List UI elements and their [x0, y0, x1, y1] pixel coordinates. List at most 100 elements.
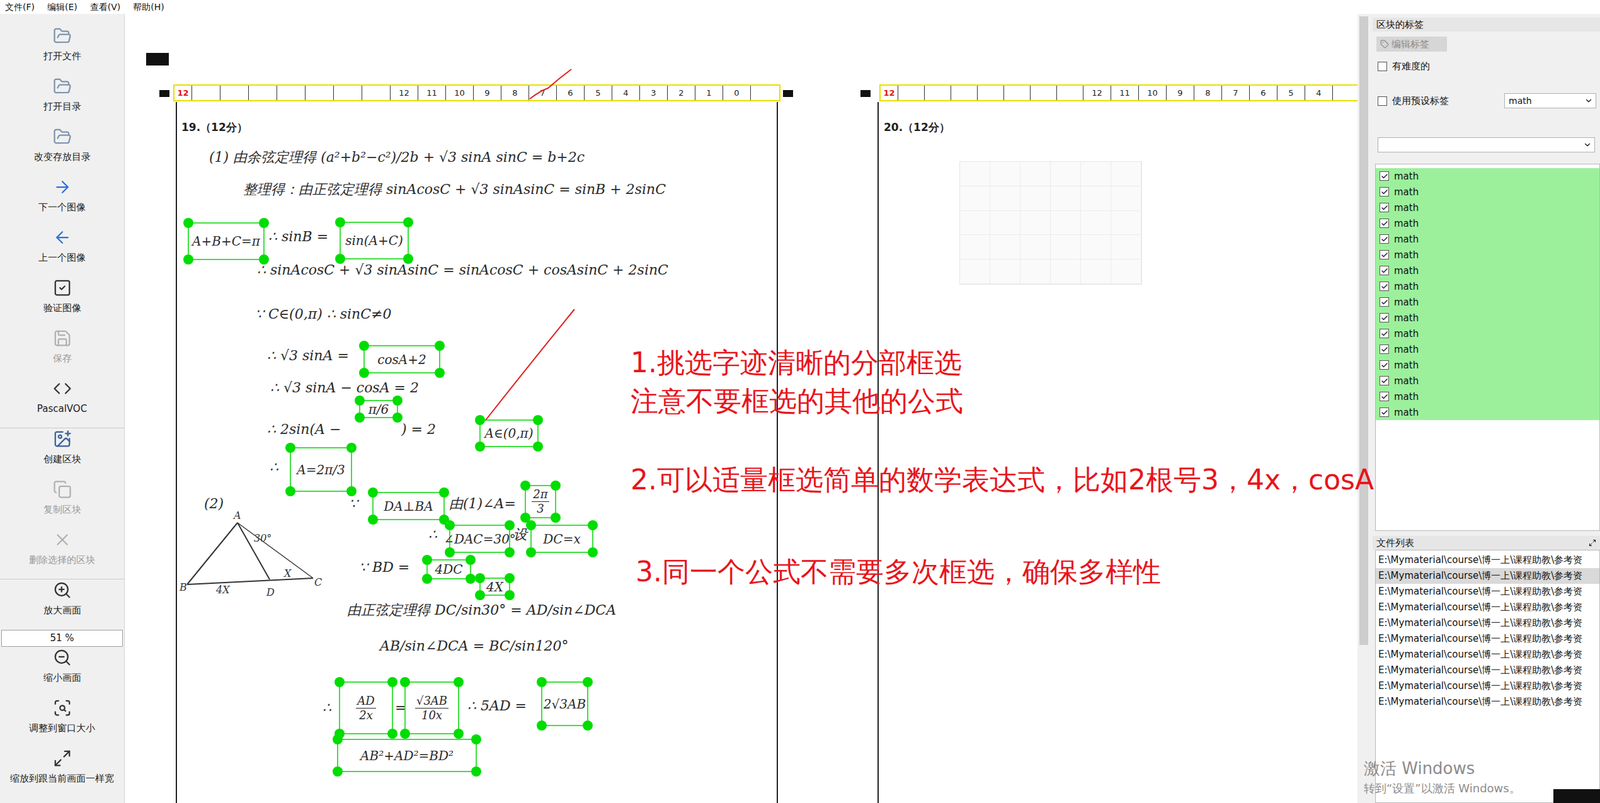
corner-handle[interactable] [444, 547, 455, 558]
corner-handle[interactable] [422, 554, 433, 566]
corner-handle[interactable] [471, 766, 482, 777]
bounding-box[interactable]: A∈(0,π) [479, 419, 539, 448]
label-item[interactable]: math [1375, 325, 1600, 342]
tool-button[interactable]: 创建区块 [0, 428, 125, 479]
menu-item[interactable]: 编辑(E) [44, 0, 88, 14]
corner-handle[interactable] [550, 512, 561, 523]
corner-handle[interactable] [474, 590, 486, 601]
default-label-row[interactable]: 使用预设标签math [1372, 93, 1600, 109]
checkbox[interactable] [1379, 234, 1389, 244]
corner-handle[interactable] [354, 412, 365, 423]
corner-handle[interactable] [474, 573, 486, 584]
corner-handle[interactable] [536, 677, 547, 688]
label-item[interactable]: math [1375, 388, 1600, 405]
checkbox[interactable] [1379, 328, 1389, 339]
tool-button[interactable]: 改变存放目录 [0, 125, 125, 177]
label-filter-select[interactable] [1377, 137, 1595, 153]
tool-button[interactable]: 缩小画面 [0, 646, 125, 698]
bounding-box[interactable]: 2√3AB [541, 681, 589, 727]
checkbox[interactable] [1377, 61, 1388, 72]
bounding-box[interactable]: 2π3 [524, 485, 557, 519]
corner-handle[interactable] [346, 486, 357, 497]
corner-handle[interactable] [335, 217, 346, 228]
corner-handle[interactable] [504, 520, 515, 531]
checkbox[interactable] [1379, 313, 1389, 323]
float-icon[interactable] [1588, 539, 1597, 547]
menu-item[interactable]: 查看(V) [87, 0, 132, 14]
checkbox[interactable] [1379, 187, 1389, 197]
file-row[interactable]: E:\Mymaterial\course\博一上\课程助教\参考资 [1375, 646, 1600, 663]
corner-handle[interactable] [444, 520, 455, 531]
tool-button[interactable]: 下一个图像 [0, 176, 125, 227]
file-row[interactable]: E:\Mymaterial\course\博一上\课程助教\参考资 [1375, 678, 1600, 695]
corner-handle[interactable] [474, 415, 486, 426]
corner-handle[interactable] [334, 677, 345, 688]
corner-handle[interactable] [258, 254, 269, 265]
file-row[interactable]: E:\Mymaterial\course\博一上\课程助教\参考资 [1375, 552, 1600, 569]
checkbox[interactable] [1379, 171, 1389, 181]
file-row[interactable]: E:\Mymaterial\course\博一上\课程助教\参考资 [1375, 662, 1600, 679]
bounding-box[interactable]: A=2π/3 [289, 447, 353, 492]
corner-handle[interactable] [387, 728, 398, 739]
corner-handle[interactable] [504, 590, 515, 601]
bounding-box[interactable]: ∠DAC=30° [449, 524, 511, 554]
corner-handle[interactable] [439, 487, 450, 498]
corner-handle[interactable] [550, 480, 561, 491]
bounding-box[interactable]: π/6 [359, 400, 399, 419]
scroll-thumb[interactable] [1359, 16, 1369, 646]
checkbox[interactable] [1379, 250, 1389, 260]
tool-button[interactable]: 打开文件 [0, 25, 125, 76]
file-row[interactable]: E:\Mymaterial\course\博一上\课程助教\参考资 [1375, 568, 1600, 584]
corner-handle[interactable] [532, 441, 543, 452]
bounding-box[interactable]: AD2x [338, 681, 394, 735]
menu-item[interactable]: 文件(F) [2, 0, 45, 14]
corner-handle[interactable] [434, 340, 445, 351]
label-item[interactable]: math [1375, 199, 1600, 216]
corner-handle[interactable] [285, 486, 296, 497]
bounding-box[interactable]: 4X [479, 577, 511, 596]
corner-handle[interactable] [346, 442, 357, 453]
corner-handle[interactable] [582, 677, 593, 688]
bounding-box[interactable]: AB²+AD²=BD² [337, 738, 477, 773]
corner-handle[interactable] [520, 480, 531, 491]
corner-handle[interactable] [183, 254, 194, 265]
bounding-box[interactable]: DC=x [530, 524, 594, 554]
bounding-box[interactable]: A+B+C=π [187, 222, 265, 261]
checkbox[interactable] [1379, 265, 1389, 276]
tool-button[interactable]: 放大画面 [0, 579, 125, 630]
corner-handle[interactable] [474, 441, 486, 452]
corner-handle[interactable] [367, 487, 378, 498]
difficult-row[interactable]: 有难度的 [1372, 59, 1600, 74]
checkbox[interactable] [1379, 391, 1389, 402]
corner-handle[interactable] [335, 253, 346, 264]
corner-handle[interactable] [434, 367, 445, 378]
corner-handle[interactable] [403, 253, 414, 264]
corner-handle[interactable] [359, 340, 370, 351]
tool-button[interactable]: 调整到窗口大小 [0, 697, 125, 748]
tool-button[interactable]: 缩放到跟当前画面一样宽 [0, 747, 125, 799]
vertical-scrollbar[interactable] [1357, 13, 1371, 803]
corner-handle[interactable] [367, 514, 378, 525]
checkbox[interactable] [1379, 344, 1389, 355]
corner-handle[interactable] [392, 412, 403, 423]
tool-button[interactable]: 复制区块 [0, 478, 125, 530]
corner-handle[interactable] [587, 547, 598, 558]
edit-label-button[interactable]: 编辑标签 [1376, 36, 1447, 52]
corner-handle[interactable] [400, 677, 411, 688]
corner-handle[interactable] [504, 573, 515, 584]
label-item[interactable]: math [1375, 309, 1600, 326]
label-item[interactable]: math [1375, 404, 1600, 421]
corner-handle[interactable] [453, 677, 464, 688]
bounding-box[interactable]: sin(A+C) [339, 221, 409, 260]
corner-handle[interactable] [587, 520, 598, 531]
corner-handle[interactable] [400, 728, 411, 739]
corner-handle[interactable] [403, 217, 414, 228]
corner-handle[interactable] [332, 766, 343, 777]
corner-handle[interactable] [332, 734, 343, 745]
label-item[interactable]: math [1375, 183, 1600, 200]
file-row[interactable]: E:\Mymaterial\course\博一上\课程助教\参考资 [1375, 631, 1600, 647]
corner-handle[interactable] [532, 415, 543, 426]
bounding-box[interactable]: cosA+2 [363, 345, 441, 374]
checkbox[interactable] [1379, 218, 1389, 229]
label-item[interactable]: math [1375, 341, 1600, 358]
